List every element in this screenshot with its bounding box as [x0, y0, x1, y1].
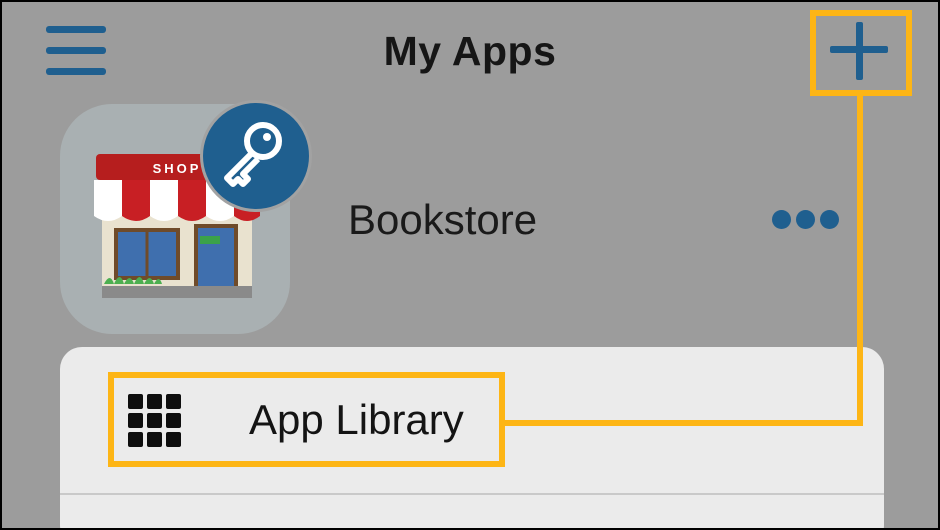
ellipsis-icon[interactable]: [772, 207, 842, 233]
highlight-add-button: [810, 10, 912, 96]
connector-line-horizontal: [499, 420, 863, 426]
key-icon: [200, 100, 312, 212]
app-name: Bookstore: [348, 196, 538, 243]
app-screen: My Apps SHOP Bookstore App Library: [0, 0, 940, 530]
sheet-divider: [60, 493, 884, 495]
highlight-app-library: [108, 372, 505, 467]
shop-sign-text: SHOP: [153, 161, 202, 176]
app-list-item[interactable]: SHOP Bookstore: [2, 94, 938, 344]
connector-line-vertical: [857, 90, 863, 426]
page-title: My Apps: [383, 28, 557, 74]
